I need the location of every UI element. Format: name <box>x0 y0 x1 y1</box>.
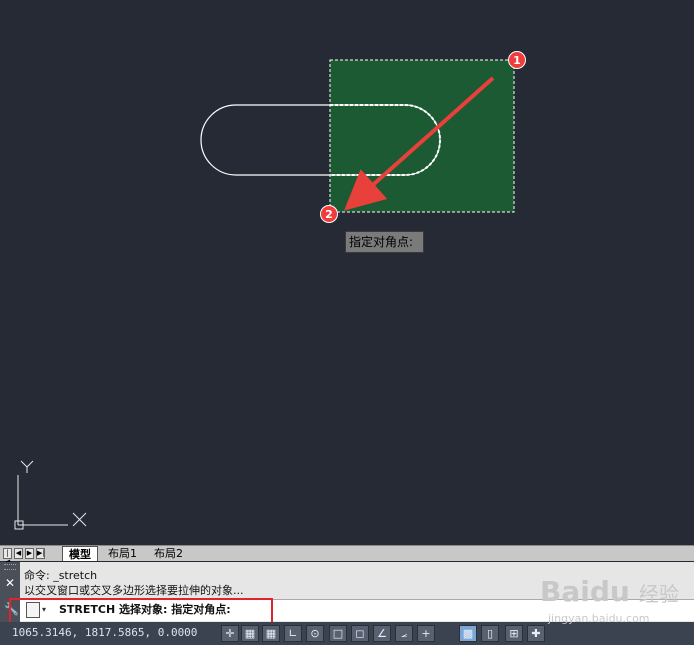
marker-2: 2 <box>320 205 338 223</box>
watermark: Baidu 经验 <box>540 575 679 608</box>
tab-layout1[interactable]: 布局1 <box>102 546 143 561</box>
command-history-line-1: 命令: _stretch <box>24 569 98 582</box>
dynamic-input-tooltip: 指定对角点: <box>345 231 424 253</box>
snap-mode-button[interactable]: ▦ <box>241 625 259 642</box>
tab-model[interactable]: 模型 <box>62 546 98 561</box>
dynamic-input-button[interactable]: + <box>417 625 435 642</box>
grid-display-button[interactable]: ▦ <box>262 625 280 642</box>
last-tab-button[interactable]: ▶| <box>36 548 45 559</box>
tab-layout2[interactable]: 布局2 <box>148 546 189 561</box>
object-snap-button[interactable]: □ <box>329 625 347 642</box>
3d-object-snap-button[interactable]: ◻ <box>351 625 369 642</box>
infer-constraints-button[interactable]: ✛ <box>221 625 239 642</box>
selection-cycling-button[interactable]: ⊞ <box>505 625 523 642</box>
polar-tracking-button[interactable]: ⊙ <box>306 625 324 642</box>
ortho-mode-button[interactable]: ∟ <box>284 625 302 642</box>
command-history-line-2: 以交叉窗口或交叉多边形选择要拉伸的对象... <box>24 584 244 597</box>
ucs-icon <box>14 460 87 530</box>
close-icon[interactable]: ✕ <box>5 576 15 590</box>
status-bar: 1065.3146, 1817.5865, 0.0000 ✛ ▦ ▦ ∟ ⊙ □… <box>0 622 694 645</box>
canvas-graphics <box>14 59 515 530</box>
prev-tab-button[interactable]: ◀ <box>14 548 23 559</box>
layout-tab-bar: |◀ ◀ ▶ ▶| 模型 布局1 布局2 <box>0 545 694 566</box>
watermark-brand: Baidu <box>540 575 630 608</box>
watermark-cn: 经验 <box>638 582 679 606</box>
object-snap-tracking-button[interactable]: ∠ <box>373 625 391 642</box>
dynamic-ucs-button[interactable]: ⦟ <box>395 625 413 642</box>
coordinate-readout: 1065.3146, 1817.5865, 0.0000 <box>12 626 198 639</box>
watermark-url: jingyan.baidu.com <box>548 612 650 625</box>
next-tab-button[interactable]: ▶ <box>25 548 34 559</box>
marker-1: 1 <box>508 51 526 69</box>
transparency-button[interactable]: ▯ <box>481 625 499 642</box>
drawing-canvas[interactable]: 1 2 指定对角点: <box>0 0 694 545</box>
first-tab-button[interactable]: |◀ <box>3 548 12 566</box>
lineweight-button[interactable]: ▩ <box>459 625 477 642</box>
annotation-monitor-button[interactable]: ✚ <box>527 625 545 642</box>
grip-handle-icon <box>4 564 16 570</box>
